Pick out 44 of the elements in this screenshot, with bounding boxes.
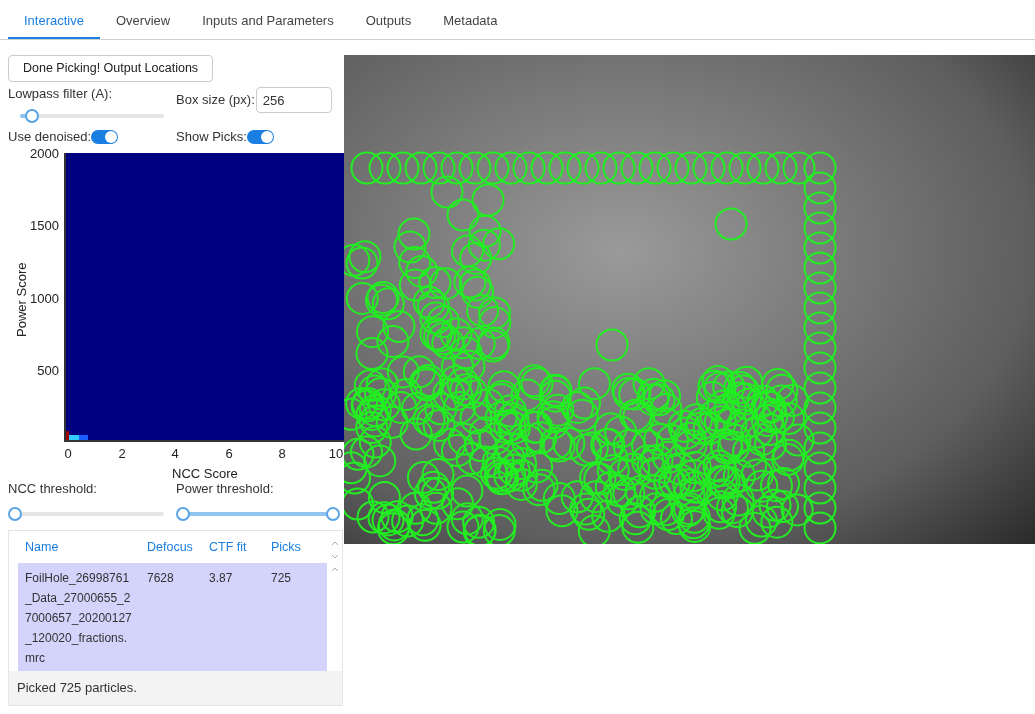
slider-thumb[interactable] — [326, 507, 340, 521]
y-tick-label: 2000 — [30, 146, 59, 160]
use-denoised-label: Use denoised: — [8, 127, 92, 146]
x-tick-label: 2 — [118, 446, 126, 460]
ncc-threshold-label: NCC threshold: — [8, 479, 98, 498]
column-header[interactable]: Picks — [264, 537, 326, 557]
status-text: Picked 725 particles. — [17, 679, 137, 698]
tab[interactable]: Metadata — [427, 10, 514, 39]
y-tick-label: 1500 — [30, 218, 59, 232]
y-axis-label: Power Score — [13, 261, 31, 339]
tab[interactable]: Overview — [100, 10, 187, 39]
toggle-switch[interactable] — [91, 129, 119, 144]
toggle-switch[interactable] — [246, 129, 274, 144]
x-tick-label: 10 — [328, 446, 344, 460]
show-picks-label: Show Picks: — [176, 127, 247, 146]
tab[interactable]: Inputs and Parameters — [186, 10, 350, 39]
tab[interactable]: Interactive — [8, 10, 100, 39]
x-tick-label: 6 — [225, 446, 233, 460]
column-header[interactable]: Name — [18, 537, 140, 557]
lowpass-label: Lowpass filter (A): — [8, 85, 114, 103]
box-size-label: Box size (px): — [176, 91, 255, 110]
slider-thumb[interactable] — [8, 507, 22, 521]
column-header[interactable]: CTF fit — [202, 537, 264, 557]
table-row[interactable]: FoilHole_26998761_Data_27000655_27000657_20200127_120020_fractions.mrc 7628 3.87 725 — [18, 563, 327, 671]
box-size-field[interactable]: 256 — [255, 87, 332, 113]
table-cell-text: 725 — [270, 570, 293, 587]
table-cell-text: 7628 — [146, 570, 175, 587]
scroll-up-icon[interactable] — [330, 541, 339, 546]
y-tick-label: 1000 — [30, 291, 59, 305]
tab[interactable]: Outputs — [349, 10, 428, 39]
y-tick-label: 500 — [37, 363, 59, 377]
x-tick-label: 0 — [64, 446, 72, 460]
table-cell-text: FoilHole_26998761_Data_27000655_27000657_20200127_120020_fractions.mrc — [24, 570, 133, 667]
slider-track[interactable] — [176, 507, 340, 521]
column-header[interactable]: Defocus — [140, 537, 202, 557]
scroll-down-icon[interactable] — [330, 554, 339, 559]
slider-thumb[interactable] — [25, 108, 40, 123]
scroll-up-icon[interactable] — [330, 567, 339, 572]
slider-thumb[interactable] — [176, 507, 190, 521]
x-tick-label: 4 — [171, 446, 179, 460]
table-cell-text: 3.87 — [208, 570, 234, 587]
heatmap-hot-spot-drawing — [66, 430, 88, 440]
x-tick-label: 8 — [278, 446, 286, 460]
output-locations-button[interactable]: Done Picking! Output Locations — [8, 55, 214, 82]
